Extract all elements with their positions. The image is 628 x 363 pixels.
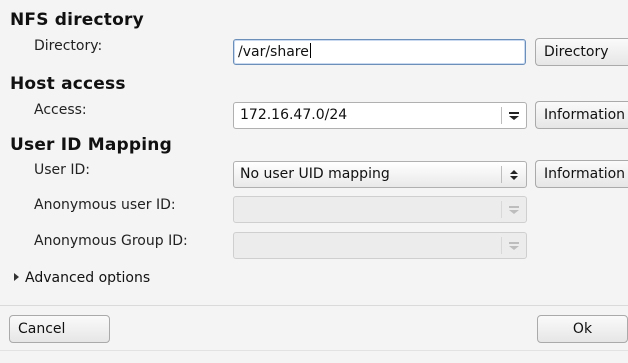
footer-separator [0,305,628,306]
anonymous-user-id-combobox [233,196,527,223]
dropdown-arrow-icon[interactable] [502,103,526,128]
advanced-options-expander[interactable]: Advanced options [14,270,150,286]
host-access-heading: Host access [10,74,126,94]
directory-label: Directory: [34,38,103,54]
access-label: Access: [34,102,87,118]
ok-button[interactable]: Ok [537,315,628,343]
user-id-label: User ID: [34,162,90,178]
directory-browse-button[interactable]: Directory [535,38,628,66]
access-combobox[interactable]: 172.16.47.0/24 [233,102,527,129]
access-value: 172.16.47.0/24 [240,107,348,123]
directory-input[interactable]: /var/share [233,39,526,65]
user-id-mapping-heading: User ID Mapping [10,135,172,155]
user-id-combobox[interactable]: No user UID mapping [233,161,527,188]
text-caret [309,43,311,58]
directory-input-value: /var/share [238,44,309,60]
up-down-arrow-icon[interactable] [502,162,526,187]
expander-arrow-icon [14,273,19,281]
dropdown-arrow-icon [502,197,526,222]
anonymous-group-id-label: Anonymous Group ID: [34,233,188,249]
nfs-directory-heading: NFS directory [10,10,144,30]
dropdown-arrow-icon [502,233,526,258]
access-information-button[interactable]: Information [535,101,628,129]
anonymous-user-id-label: Anonymous user ID: [34,197,176,213]
user-id-information-button[interactable]: Information [535,160,628,188]
anonymous-group-id-combobox [233,232,527,259]
cancel-button[interactable]: Cancel [9,315,110,343]
advanced-options-label: Advanced options [25,270,151,286]
bottom-separator [0,350,628,351]
user-id-value: No user UID mapping [240,166,390,182]
